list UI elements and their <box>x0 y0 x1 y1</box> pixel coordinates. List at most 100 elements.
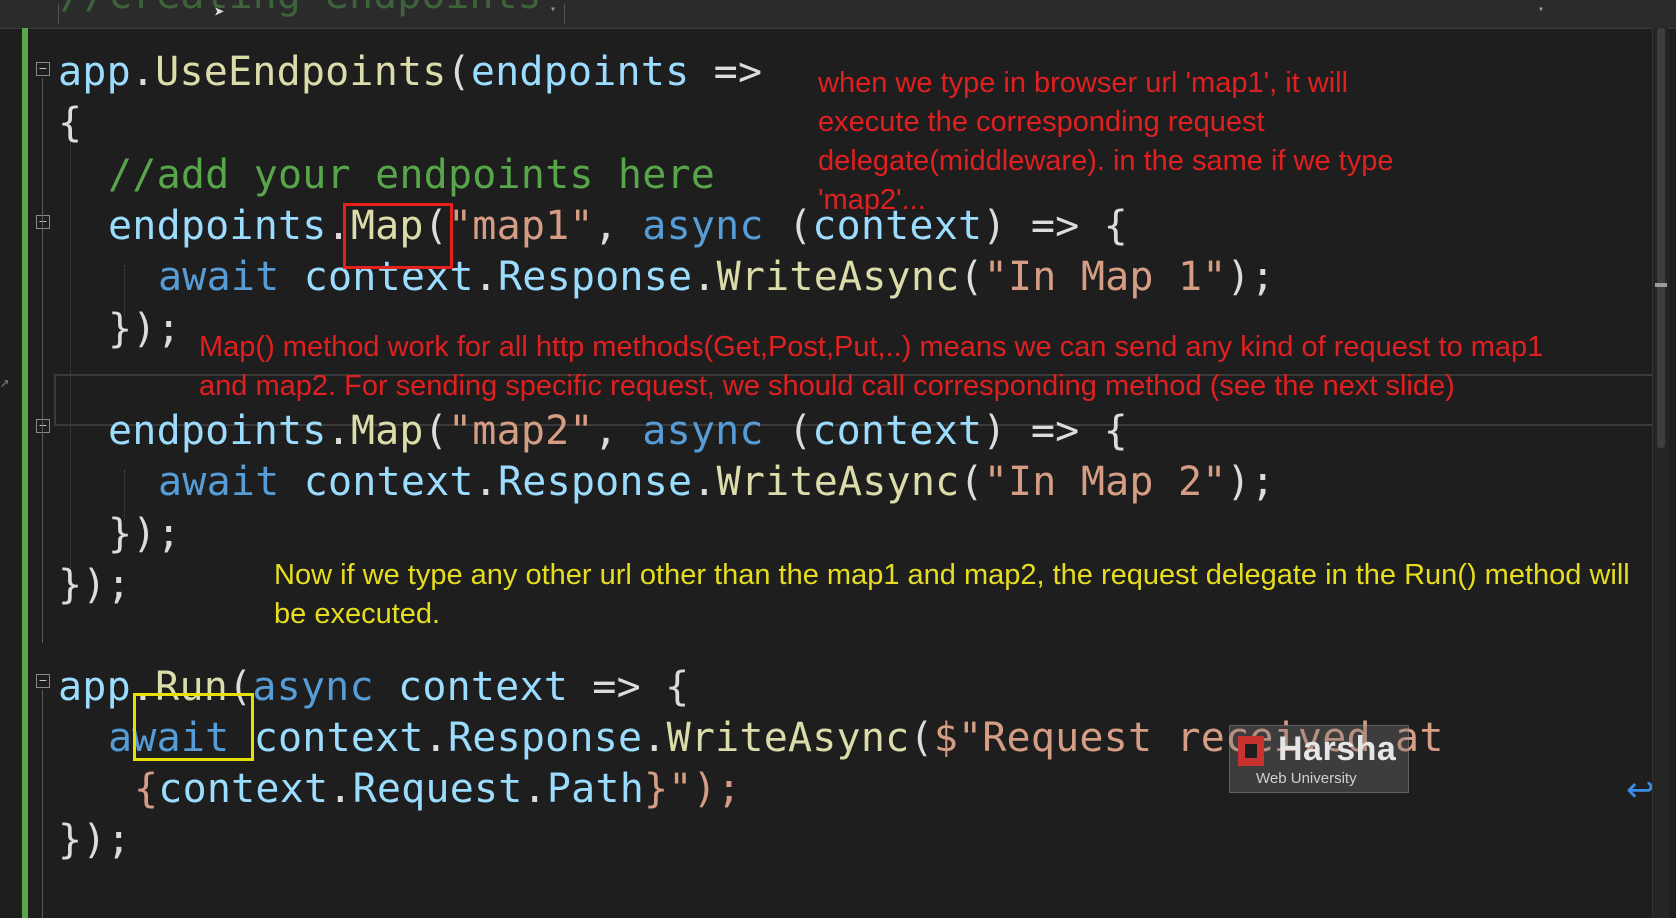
token: ) => { <box>982 408 1128 454</box>
token: ( <box>909 715 934 761</box>
token: ( <box>763 408 813 454</box>
token: context <box>253 715 424 761</box>
token: ( <box>763 203 813 249</box>
token: }); <box>58 562 131 608</box>
token: endpoints <box>108 203 327 249</box>
code-line-7[interactable]: endpoints.Map("map2", async (context) =>… <box>108 406 1128 456</box>
token: app <box>58 49 131 95</box>
token: => <box>689 49 763 95</box>
token: . <box>423 715 448 761</box>
map-highlight-box <box>343 203 453 269</box>
token: { <box>134 766 159 812</box>
chevron-down-icon[interactable]: ▾ <box>1538 4 1544 15</box>
code-line-8[interactable]: await context.Response.WriteAsync("In Ma… <box>158 457 1275 507</box>
token: context <box>398 664 569 710</box>
indent-guide <box>70 140 71 600</box>
token: }); <box>108 306 181 352</box>
token: ); <box>1226 254 1276 300</box>
token: ( <box>423 408 448 454</box>
token: context <box>303 459 474 505</box>
token: app <box>58 664 131 710</box>
token: endpoints <box>108 408 327 454</box>
token: ( <box>959 459 984 505</box>
fold-minus-icon[interactable]: − <box>36 215 50 229</box>
faint-comment-line: //creating endpoints <box>60 0 542 18</box>
fold-minus-icon[interactable]: − <box>36 419 50 433</box>
token: context <box>812 408 983 454</box>
harsha-watermark: Harsha Web University <box>1229 725 1409 793</box>
keyword: async <box>642 203 764 249</box>
token: context <box>158 766 329 812</box>
watermark-tagline: Web University <box>1256 770 1357 787</box>
keyword: await <box>158 254 280 300</box>
token: WriteAsync <box>716 459 960 505</box>
string-literal: "In Map 2" <box>983 459 1227 505</box>
annotation-map-methods: Map() method work for all http methods(G… <box>199 331 1544 402</box>
token: . <box>473 254 498 300</box>
vertical-scrollbar[interactable] <box>1652 28 1669 918</box>
code-line-3[interactable]: //add your endpoints here <box>108 150 715 200</box>
keyword: async <box>642 408 764 454</box>
breakpoint-arrow-icon: ↗ <box>0 372 10 391</box>
token: }); <box>58 817 131 863</box>
code-line-5[interactable]: await context.Response.WriteAsync("In Ma… <box>158 252 1275 302</box>
token: Response <box>498 254 693 300</box>
watermark-name: Harsha <box>1278 730 1397 768</box>
string-literal: "In Map 1" <box>983 254 1227 300</box>
token: . <box>328 766 353 812</box>
run-highlight-box <box>133 693 254 761</box>
token: Request <box>352 766 523 812</box>
outline-guide <box>42 690 43 918</box>
scrollbar-position-marker <box>1655 283 1667 287</box>
keyword: async <box>252 664 374 710</box>
token: . <box>692 459 717 505</box>
annotation-run-fallback: Now if we type any other url other than … <box>274 559 1630 630</box>
token: }"); <box>644 766 742 812</box>
code-line-9[interactable]: }); <box>108 509 181 559</box>
change-tracking-bar <box>22 28 28 918</box>
member-scope-dropdown[interactable] <box>564 4 1545 24</box>
token: . <box>473 459 498 505</box>
word-wrap-icon: ↩ <box>1626 770 1655 810</box>
token: Response <box>448 715 643 761</box>
keyword: await <box>158 459 280 505</box>
token: . <box>692 254 717 300</box>
fold-minus-icon[interactable]: − <box>36 62 50 76</box>
string-literal: "map1" <box>448 203 594 249</box>
token: , <box>593 408 643 454</box>
outline-guide <box>42 78 43 643</box>
annotation-map-routing: when we type in browser url 'map1', it w… <box>818 67 1394 216</box>
token: . <box>130 49 156 95</box>
token: WriteAsync <box>716 254 960 300</box>
token: UseEndpoints <box>155 49 447 95</box>
code-line-14[interactable]: }); <box>58 815 131 865</box>
fold-minus-icon[interactable]: − <box>36 674 50 688</box>
token: endpoints <box>470 49 690 95</box>
token: ); <box>1226 459 1276 505</box>
token: ( <box>959 254 984 300</box>
token: Response <box>498 459 693 505</box>
string-literal: "map2" <box>448 408 594 454</box>
code-line-2[interactable]: { <box>58 98 82 148</box>
token: ( <box>446 49 471 95</box>
code-line-1[interactable]: app.UseEndpoints(endpoints => <box>58 47 762 97</box>
harsha-logo-icon <box>1238 736 1264 766</box>
code-line-6[interactable]: }); <box>108 304 181 354</box>
token: WriteAsync <box>666 715 910 761</box>
code-line-13[interactable]: {context.Request.Path}"); <box>134 764 741 814</box>
chevron-down-icon[interactable]: ▾ <box>550 4 556 15</box>
token: => { <box>568 664 690 710</box>
token: , <box>593 203 643 249</box>
comment: //add your endpoints here <box>108 152 716 198</box>
token: Path <box>546 766 644 812</box>
token: { <box>58 100 83 146</box>
token: }); <box>108 511 181 557</box>
token: Map <box>350 408 424 454</box>
code-line-10[interactable]: }); <box>58 560 131 610</box>
token: . <box>642 715 667 761</box>
scrollbar-thumb[interactable] <box>1657 28 1665 448</box>
token: . <box>522 766 547 812</box>
